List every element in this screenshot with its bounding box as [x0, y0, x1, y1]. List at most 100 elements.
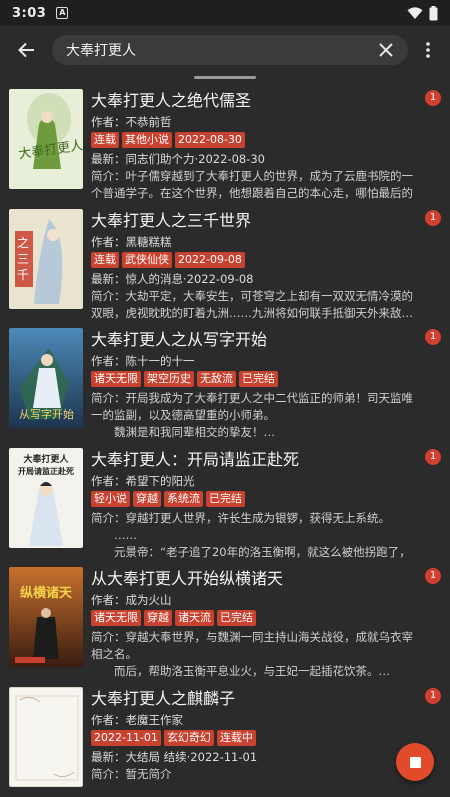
book-tag: 已完结 [206, 490, 245, 507]
book-tag: 连载 [91, 251, 119, 268]
status-time: 3:03 [12, 5, 47, 21]
book-author: 作者：陈十一的十一 [91, 354, 195, 368]
book-tag: 已完结 [239, 371, 278, 387]
source-count-badge: 1 [425, 568, 441, 584]
book-intro-continued: 魏渊是和我同辈相交的挚友！… [91, 425, 275, 439]
notification-icon: A [56, 7, 69, 19]
search-input[interactable] [66, 42, 374, 58]
back-button[interactable] [0, 26, 52, 74]
svg-text:从写字开始: 从写字开始 [19, 407, 74, 421]
book-tags: 诸天无限 架空历史 无敌流 已完结 [91, 371, 421, 389]
book-item[interactable]: 大奉打更人 开局请监正赴死 大奉打更人：开局请监正赴死 作者：希望下的阳光 轻小… [0, 442, 450, 563]
svg-text:开局请监正赴死: 开局请监正赴死 [18, 466, 74, 476]
book-tag: 穿越 [144, 610, 172, 626]
svg-text:千: 千 [17, 268, 29, 282]
book-intro: 简介：穿越打更人世界，许长生成为银锣，获得无上系统。 [91, 510, 390, 525]
book-tag: 2022-11-01 [91, 729, 161, 746]
book-author: 作者：黑糖糕糕 [91, 234, 172, 249]
status-bar: 3:03 A [0, 0, 450, 26]
book-info: 大奉打更人之三千世界 作者：黑糖糕糕 连载 武侠仙侠 2022-09-08 最新… [91, 208, 421, 322]
book-tag: 连载中 [216, 729, 256, 746]
book-info: 大奉打更人：开局请监正赴死 作者：希望下的阳光 轻小说 穿越 系统流 已完结 简… [91, 447, 421, 563]
book-item[interactable]: 纵横诸天 从大奉打更人开始纵横诸天 作者：成为火山 诸天无限 穿越 诸天流 已完… [0, 561, 450, 681]
book-intro: 简介：大劫平定，大奉安生，可苍穹之上却有一双双无情冷漠的双眼，虎视眈眈的盯着九洲… [91, 288, 413, 320]
book-tag: 轻小说 [91, 490, 130, 507]
book-tag: 诸天流 [175, 610, 214, 626]
arrow-left-icon [18, 42, 34, 58]
stop-search-button[interactable] [396, 743, 434, 781]
book-cover: 大奉打更人 开局请监正赴死 [9, 447, 83, 548]
book-title: 大奉打更人之麒麟子 [91, 688, 236, 708]
book-item[interactable]: 大奉打更人之麒麟子 作者：老魔王作家 2022-11-01 玄幻奇幻 连载中 最… [0, 681, 450, 797]
battery-icon [429, 5, 438, 20]
book-tags: 诸天无限 穿越 诸天流 已完结 [91, 610, 421, 628]
book-cover: 纵横诸天 [9, 567, 83, 667]
book-item[interactable]: 之 三 千 大奉打更人之三千世界 作者：黑糖糕糕 连载 武侠仙侠 2022-09… [0, 203, 450, 323]
source-count-badge: 1 [425, 209, 441, 226]
book-latest-chapter: 最新：同志们助个力·2022-08-30 [91, 152, 265, 166]
book-latest-chapter: 最新：惊人的消息·2022-09-08 [91, 271, 254, 286]
book-tag: 诸天无限 [91, 610, 141, 626]
source-count-badge: 1 [425, 90, 441, 106]
book-latest-chapter: 最新：大结局 结续·2022-11-01 [91, 749, 258, 764]
book-tag: 已完结 [217, 610, 256, 626]
book-tag: 架空历史 [144, 371, 194, 387]
book-tag: 2022-09-08 [175, 251, 245, 268]
book-tag: 诸天无限 [91, 371, 141, 387]
book-item[interactable]: 从写字开始 大奉打更人之从写字开始 作者：陈十一的十一 诸天无限 架空历史 无敌… [0, 322, 450, 442]
book-title: 大奉打更人之从写字开始 [91, 330, 268, 349]
book-info: 大奉打更人之从写字开始 作者：陈十一的十一 诸天无限 架空历史 无敌流 已完结 … [91, 327, 421, 441]
svg-text:纵横诸天: 纵横诸天 [20, 585, 73, 601]
book-tag: 穿越 [133, 490, 161, 507]
book-info: 大奉打更人之绝代儒圣 作者：不恭前哲 连载 其他小说 2022-08-30 最新… [91, 88, 421, 202]
book-title: 从大奉打更人开始纵横诸天 [91, 569, 284, 588]
svg-text:之: 之 [17, 236, 29, 250]
source-count-badge: 1 [425, 687, 441, 704]
svg-text:三: 三 [17, 252, 29, 266]
svg-text:大奉打更人: 大奉打更人 [23, 453, 69, 465]
toolbar [0, 26, 450, 74]
book-tag: 连载 [91, 132, 119, 148]
clear-search-button[interactable] [374, 38, 398, 62]
close-icon [379, 43, 393, 57]
book-title: 大奉打更人之三千世界 [91, 210, 252, 230]
book-intro: 简介：暂无简介 [91, 766, 172, 781]
status-icons [407, 5, 438, 21]
book-title: 大奉打更人之绝代儒圣 [91, 91, 252, 110]
book-intro-continued: 而后，帮助洛玉衡平息业火，与王妃一起插花饮茶。… [91, 664, 390, 678]
book-author: 作者：老魔王作家 [91, 712, 183, 727]
book-intro-continued: …… 元景帝：“老子追了20年的洛玉衡啊，就这么被他拐跑了，老… [91, 527, 411, 563]
book-cover: 之 三 千 [9, 208, 83, 309]
book-author: 作者：希望下的阳光 [91, 473, 195, 488]
scroll-indicator [194, 76, 256, 79]
book-tags: 轻小说 穿越 系统流 已完结 [91, 490, 421, 509]
book-info: 从大奉打更人开始纵横诸天 作者：成为火山 诸天无限 穿越 诸天流 已完结 简介：… [91, 566, 421, 680]
source-count-badge: 1 [425, 329, 441, 345]
book-intro: 简介：开局我成为了大奉打更人之中二代监正的师弟！司天监唯一的监副，以及德高望重的… [91, 391, 413, 422]
book-title: 大奉打更人：开局请监正赴死 [91, 449, 300, 469]
book-cover: 大奉打更人 [9, 89, 83, 189]
book-item[interactable]: 大奉打更人 大奉打更人之绝代儒圣 作者：不恭前哲 连载 其他小说 2022-08… [0, 83, 450, 203]
wifi-icon [407, 6, 423, 19]
more-options-button[interactable] [408, 26, 448, 74]
book-tag: 武侠仙侠 [122, 251, 172, 268]
book-author: 作者：不恭前哲 [91, 115, 172, 129]
book-tags: 2022-11-01 玄幻奇幻 连载中 [91, 729, 421, 748]
book-cover [9, 686, 83, 787]
book-cover: 从写字开始 [9, 328, 83, 428]
more-vert-icon [426, 42, 430, 58]
book-tag: 玄幻奇幻 [163, 729, 214, 746]
stop-icon [409, 756, 421, 768]
source-count-badge: 1 [425, 448, 441, 465]
book-tags: 连载 其他小说 2022-08-30 [91, 132, 421, 150]
book-tag: 无敌流 [197, 371, 236, 387]
book-tag: 系统流 [164, 490, 203, 507]
book-tag: 2022-08-30 [175, 132, 245, 148]
search-box [52, 35, 408, 65]
book-info: 大奉打更人之麒麟子 作者：老魔王作家 2022-11-01 玄幻奇幻 连载中 最… [91, 686, 421, 797]
book-tags: 连载 武侠仙侠 2022-09-08 [91, 251, 421, 270]
book-intro: 简介：穿越大奉世界，与魏渊一同主持山海关战役，成就乌衣宰相之名。 [91, 630, 413, 661]
book-intro: 简介：叶子儒穿越到了大奉打更人的世界，成为了云鹿书院的一个普通学子。在这个世界，… [91, 169, 413, 200]
book-tag: 其他小说 [122, 132, 172, 148]
search-results-list: 大奉打更人 大奉打更人之绝代儒圣 作者：不恭前哲 连载 其他小说 2022-08… [0, 83, 450, 797]
